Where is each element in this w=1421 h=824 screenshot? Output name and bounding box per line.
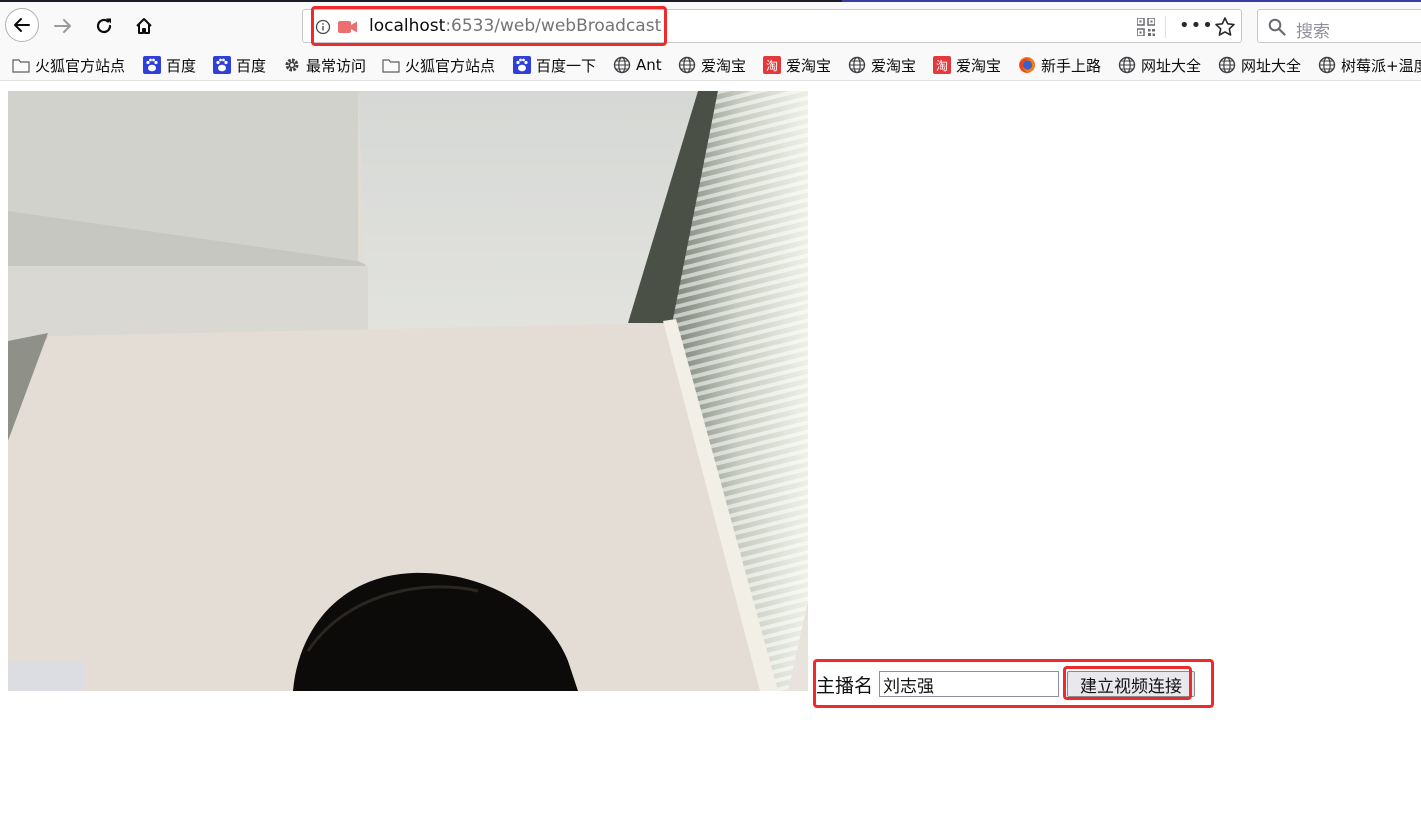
nav-toolbar: localhost:6533/web/webBroadcast ••• 搜索	[0, 2, 1421, 50]
bookmark-label: 火狐官方站点	[35, 56, 126, 75]
bookmark-label: 百度	[166, 56, 197, 75]
search-icon	[1268, 18, 1286, 36]
bookmarks-toolbar: 火狐官方站点 百度 百度 最常访问 火狐官方站点 百度一下 Ant 爱淘宝 淘 …	[0, 50, 1421, 81]
baidu-paw-icon	[513, 56, 531, 74]
connect-video-button[interactable]: 建立视频连接	[1067, 671, 1196, 697]
globe-icon	[678, 56, 696, 74]
bookmark-label: 树莓派+温度	[1341, 56, 1421, 75]
bookmark-star-icon[interactable]	[1214, 16, 1236, 38]
reload-button[interactable]	[87, 9, 121, 43]
bookmark-label: 新手上路	[1041, 56, 1102, 75]
forward-arrow-icon	[54, 19, 71, 33]
baidu-paw-icon	[213, 56, 231, 74]
search-bar[interactable]: 搜索	[1257, 9, 1421, 43]
bookmark-item[interactable]: 网址大全	[1118, 54, 1201, 76]
bookmark-item[interactable]: 火狐官方站点	[12, 54, 125, 76]
back-button[interactable]	[5, 8, 39, 42]
bookmark-item[interactable]: Ant	[613, 54, 662, 76]
bookmark-label: 火狐官方站点	[405, 56, 496, 75]
svg-text:淘: 淘	[936, 59, 948, 73]
globe-icon	[1318, 56, 1336, 74]
baidu-paw-icon	[143, 56, 161, 74]
bookmark-item[interactable]: 百度	[143, 54, 196, 76]
globe-icon	[1118, 56, 1136, 74]
bookmark-item[interactable]: 百度	[213, 54, 266, 76]
home-button[interactable]	[127, 9, 161, 43]
reload-icon	[96, 18, 112, 34]
address-bar[interactable]: localhost:6533/web/webBroadcast •••	[302, 9, 1242, 43]
bookmark-item[interactable]: 新手上路	[1018, 54, 1101, 76]
back-arrow-icon	[14, 18, 30, 32]
info-icon[interactable]	[315, 19, 331, 35]
url-host: localhost	[369, 16, 446, 36]
url-text[interactable]: localhost:6533/web/webBroadcast	[369, 16, 661, 36]
folder-icon	[382, 59, 400, 73]
bookmark-item[interactable]: 最常访问	[283, 54, 366, 76]
bookmark-label: 最常访问	[306, 56, 367, 75]
bookmark-label: 爱淘宝	[786, 56, 832, 75]
bookmark-item[interactable]: 树莓派+温度	[1318, 54, 1421, 76]
gear-icon	[285, 58, 299, 72]
bookmark-item[interactable]: 火狐官方站点	[382, 54, 495, 76]
bookmark-label: 百度一下	[536, 56, 597, 75]
globe-icon	[848, 56, 866, 74]
forward-button[interactable]	[46, 9, 80, 43]
qr-code-icon[interactable]	[1137, 18, 1155, 36]
bookmark-label: Ant	[636, 56, 662, 74]
bookmark-item[interactable]: 爱淘宝	[848, 54, 916, 76]
folder-icon	[12, 59, 30, 73]
bookmark-label: 爱淘宝	[956, 56, 1002, 75]
bookmark-item[interactable]: 百度一下	[513, 54, 596, 76]
bookmark-item[interactable]: 网址大全	[1218, 54, 1301, 76]
bookmark-item[interactable]: 淘 爱淘宝	[763, 54, 831, 76]
urlbar-separator	[1165, 16, 1166, 38]
bookmark-label: 网址大全	[1241, 56, 1302, 75]
bookmark-label: 百度	[236, 56, 267, 75]
webcam-frame	[8, 91, 808, 691]
webcam-video	[8, 91, 808, 691]
taobao-icon: 淘	[763, 56, 781, 74]
broadcast-form: 主播名 建立视频连接	[816, 668, 1196, 700]
bookmark-label: 爱淘宝	[701, 56, 747, 75]
bookmark-label: 网址大全	[1141, 56, 1202, 75]
url-path: :6533/web/webBroadcast	[445, 16, 662, 36]
anchor-name-input[interactable]	[879, 671, 1060, 697]
page-actions-more-icon[interactable]: •••	[1179, 17, 1214, 35]
camera-permission-icon[interactable]	[338, 20, 358, 34]
svg-text:淘: 淘	[766, 59, 778, 73]
home-icon	[136, 18, 152, 34]
firefox-icon	[1019, 57, 1035, 73]
globe-icon	[613, 56, 631, 74]
bookmark-item[interactable]: 爱淘宝	[678, 54, 746, 76]
search-placeholder: 搜索	[1296, 22, 1330, 42]
globe-icon	[1218, 56, 1236, 74]
bookmark-item[interactable]: 淘 爱淘宝	[933, 54, 1001, 76]
anchor-name-label: 主播名	[816, 674, 874, 697]
taobao-icon: 淘	[933, 56, 951, 74]
bookmark-label: 爱淘宝	[871, 56, 917, 75]
